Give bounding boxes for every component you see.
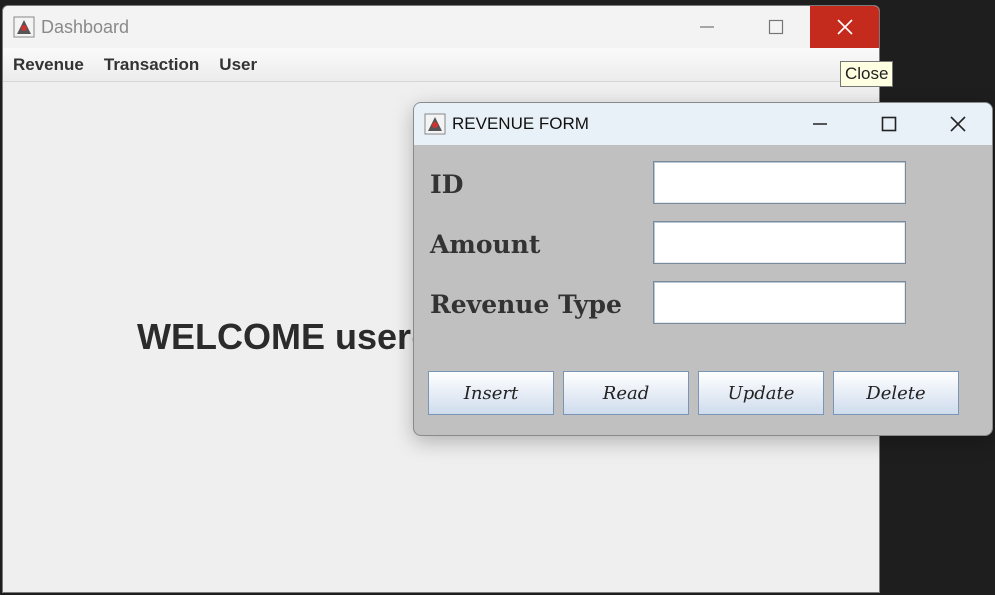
minimize-icon: [812, 123, 827, 125]
maximize-icon: [881, 116, 896, 132]
maximize-icon: [768, 19, 783, 35]
minimize-button[interactable]: [672, 6, 741, 48]
id-input[interactable]: [653, 161, 906, 204]
close-icon: [949, 116, 966, 132]
minimize-icon: [699, 26, 714, 28]
form-close-button[interactable]: [923, 103, 992, 145]
update-button[interactable]: Update: [698, 371, 824, 415]
revenue-form-window: REVENUE FORM ID Amount Revenue Type Inse…: [413, 102, 993, 436]
read-button[interactable]: Read: [563, 371, 689, 415]
amount-label: Amount: [430, 229, 541, 259]
form-maximize-button[interactable]: [854, 103, 923, 145]
field-row-revenue-type: Revenue Type: [430, 281, 654, 327]
form-title: REVENUE FORM: [452, 114, 589, 133]
revenue-type-label: Revenue Type: [430, 289, 622, 319]
revenue-type-input[interactable]: [653, 281, 906, 324]
menu-transaction[interactable]: Transaction: [94, 55, 209, 75]
close-icon: [836, 19, 853, 35]
amount-input[interactable]: [653, 221, 906, 264]
close-button[interactable]: [810, 6, 879, 48]
field-row-amount: Amount: [430, 221, 654, 267]
welcome-text: WELCOME user(: [137, 316, 424, 357]
form-titlebar[interactable]: REVENUE FORM: [414, 103, 992, 145]
menu-bar: Revenue Transaction User: [3, 48, 879, 82]
java-app-icon: [13, 16, 35, 38]
form-minimize-button[interactable]: [785, 103, 854, 145]
field-row-id: ID: [430, 161, 654, 207]
maximize-button[interactable]: [741, 6, 810, 48]
insert-button[interactable]: Insert: [428, 371, 554, 415]
id-label: ID: [430, 169, 464, 199]
close-tooltip: Close: [840, 61, 894, 87]
menu-revenue[interactable]: Revenue: [3, 55, 94, 75]
delete-button[interactable]: Delete: [833, 371, 959, 415]
menu-user[interactable]: User: [209, 55, 267, 75]
window-title: Dashboard: [41, 16, 130, 37]
dashboard-titlebar[interactable]: Dashboard: [3, 6, 879, 48]
java-app-icon: [424, 113, 446, 135]
